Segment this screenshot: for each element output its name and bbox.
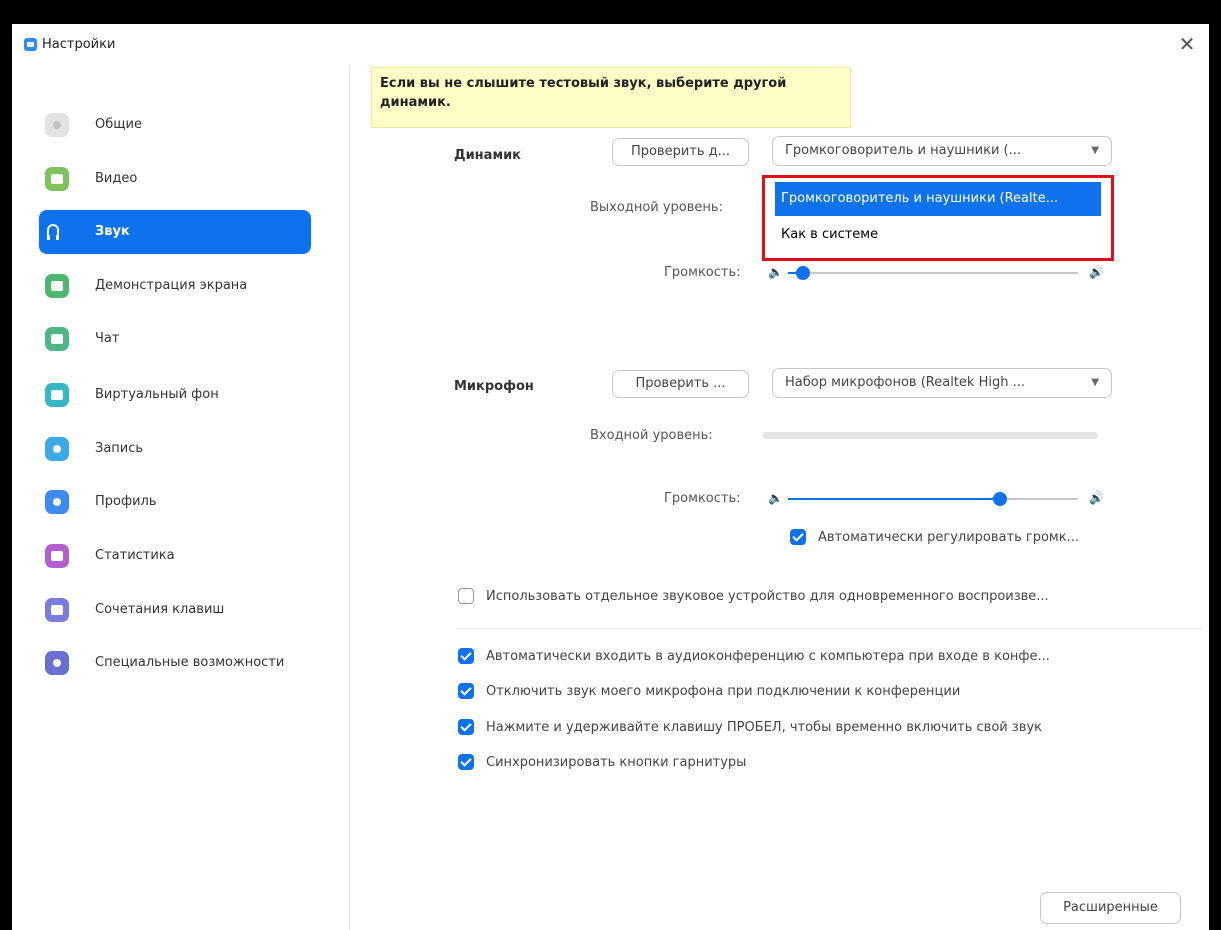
- separate-audio-device-label: Использовать отдельное звуковое устройст…: [486, 588, 1049, 604]
- input-level-label: Входной уровень:: [590, 428, 713, 443]
- sidebar-item-statistics[interactable]: Статистика: [39, 534, 311, 578]
- sidebar-item-label: Видео: [95, 171, 138, 186]
- video-camera-icon: [45, 167, 69, 191]
- sidebar-item-screen-share[interactable]: Демонстрация экрана: [39, 264, 311, 308]
- speaker-select[interactable]: Громкоговоритель и наушники (... ▼: [772, 136, 1112, 166]
- push-to-talk-label: Нажмите и удерживайте клавишу ПРОБЕЛ, чт…: [486, 719, 1042, 735]
- gear-icon: [45, 113, 69, 137]
- settings-window: Настройки ✕ Общие Видео Звук Демонстраци…: [12, 24, 1209, 930]
- sidebar-item-label: Специальные возможности: [95, 655, 285, 670]
- profile-icon: [45, 490, 69, 514]
- settings-sidebar: Общие Видео Звук Демонстрация экрана Чат…: [12, 66, 350, 930]
- sidebar-item-profile[interactable]: Профиль: [39, 480, 311, 524]
- chevron-down-icon: ▼: [1091, 145, 1099, 156]
- sidebar-item-audio[interactable]: Звук: [39, 210, 311, 254]
- speaker-volume-slider[interactable]: 🔈 🔊: [766, 263, 1104, 283]
- virtual-background-icon: [45, 383, 69, 407]
- close-icon[interactable]: ✕: [1175, 32, 1199, 56]
- slider-fill: [788, 498, 1000, 500]
- mute-on-join-option[interactable]: Отключить звук моего микрофона при подкл…: [458, 683, 960, 699]
- auto-join-audio-label: Автоматически входить в аудиоконференцию…: [486, 648, 1050, 664]
- volume-low-icon: 🔈: [768, 491, 783, 505]
- speaker-dropdown-menu: Громкоговоритель и наушники (Realte... К…: [762, 175, 1114, 261]
- mute-on-join-checkbox[interactable]: [458, 683, 474, 699]
- push-to-talk-checkbox[interactable]: [458, 719, 474, 735]
- speaker-volume-label: Громкость:: [664, 265, 741, 280]
- separate-audio-device-option[interactable]: Использовать отдельное звуковое устройст…: [458, 588, 1049, 604]
- test-speaker-button[interactable]: Проверить д...: [612, 138, 749, 166]
- speaker-option-system[interactable]: Как в системе: [775, 218, 1101, 252]
- zoom-app-icon: [24, 38, 37, 51]
- window-title: Настройки: [42, 37, 116, 52]
- slider-track: [788, 272, 1078, 274]
- mute-on-join-label: Отключить звук моего микрофона при подкл…: [486, 683, 961, 699]
- screen-share-icon: [45, 274, 69, 298]
- divider: [456, 628, 1202, 629]
- sidebar-item-label: Запись: [95, 441, 144, 456]
- sidebar-item-label: Чат: [95, 331, 120, 346]
- headphones-icon: [47, 224, 59, 240]
- speaker-notice: Если вы не слышите тестовый звук, выбери…: [371, 67, 851, 128]
- audio-settings-panel: Если вы не слышите тестовый звук, выбери…: [350, 66, 1209, 930]
- microphone-select[interactable]: Набор микрофонов (Realtek High ... ▼: [772, 368, 1112, 398]
- statistics-icon: [45, 544, 69, 568]
- sidebar-item-label: Звук: [95, 224, 130, 239]
- volume-high-icon: 🔊: [1089, 265, 1104, 279]
- title-bar: Настройки ✕: [12, 24, 1209, 66]
- sidebar-item-video[interactable]: Видео: [39, 157, 311, 201]
- input-level-meter: [762, 432, 1098, 439]
- advanced-button[interactable]: Расширенные: [1040, 892, 1181, 924]
- sidebar-item-virtual-background[interactable]: Виртуальный фон: [39, 373, 311, 417]
- accessibility-icon: [45, 651, 69, 675]
- microphone-select-value: Набор микрофонов (Realtek High ...: [785, 375, 1025, 390]
- speaker-select-value: Громкоговоритель и наушники (...: [785, 143, 1022, 158]
- auto-adjust-volume-option[interactable]: Автоматически регулировать громк...: [790, 529, 1079, 545]
- volume-low-icon: 🔈: [768, 265, 783, 279]
- auto-join-audio-checkbox[interactable]: [458, 648, 474, 664]
- slider-thumb[interactable]: [795, 266, 810, 280]
- slider-thumb[interactable]: [992, 492, 1007, 506]
- microphone-volume-label: Громкость:: [664, 491, 741, 506]
- microphone-label: Микрофон: [454, 379, 534, 394]
- volume-high-icon: 🔊: [1089, 491, 1104, 505]
- sidebar-item-recording[interactable]: Запись: [39, 427, 311, 471]
- sidebar-item-label: Демонстрация экрана: [95, 278, 248, 293]
- test-microphone-button[interactable]: Проверить ...: [612, 370, 749, 398]
- auto-adjust-volume-checkbox[interactable]: [790, 529, 806, 545]
- auto-join-audio-option[interactable]: Автоматически входить в аудиоконференцию…: [458, 648, 1050, 664]
- sidebar-item-label: Статистика: [95, 548, 175, 563]
- sidebar-item-general[interactable]: Общие: [39, 103, 311, 147]
- auto-adjust-volume-label: Автоматически регулировать громк...: [818, 529, 1079, 545]
- separate-audio-device-checkbox[interactable]: [458, 588, 474, 604]
- sync-headset-buttons-label: Синхронизировать кнопки гарнитуры: [486, 754, 747, 770]
- sidebar-item-label: Общие: [95, 117, 142, 132]
- output-level-label: Выходной уровень:: [590, 200, 723, 215]
- chat-bubble-icon: [45, 327, 69, 351]
- keyboard-icon: [45, 598, 69, 622]
- sidebar-item-keyboard-shortcuts[interactable]: Сочетания клавиш: [39, 588, 311, 632]
- sidebar-item-label: Виртуальный фон: [95, 387, 219, 402]
- sidebar-item-label: Профиль: [95, 494, 157, 509]
- speaker-label: Динамик: [454, 148, 521, 163]
- chevron-down-icon: ▼: [1091, 377, 1099, 388]
- sidebar-item-chat[interactable]: Чат: [39, 317, 311, 361]
- sync-headset-buttons-option[interactable]: Синхронизировать кнопки гарнитуры: [458, 754, 746, 770]
- record-icon: [45, 437, 69, 461]
- sync-headset-buttons-checkbox[interactable]: [458, 754, 474, 770]
- sidebar-item-label: Сочетания клавиш: [95, 602, 225, 617]
- sidebar-item-accessibility[interactable]: Специальные возможности: [39, 641, 311, 685]
- speaker-option-realtek[interactable]: Громкоговоритель и наушники (Realte...: [775, 182, 1101, 216]
- microphone-volume-slider[interactable]: 🔈 🔊: [766, 489, 1104, 509]
- push-to-talk-option[interactable]: Нажмите и удерживайте клавишу ПРОБЕЛ, чт…: [458, 719, 1042, 735]
